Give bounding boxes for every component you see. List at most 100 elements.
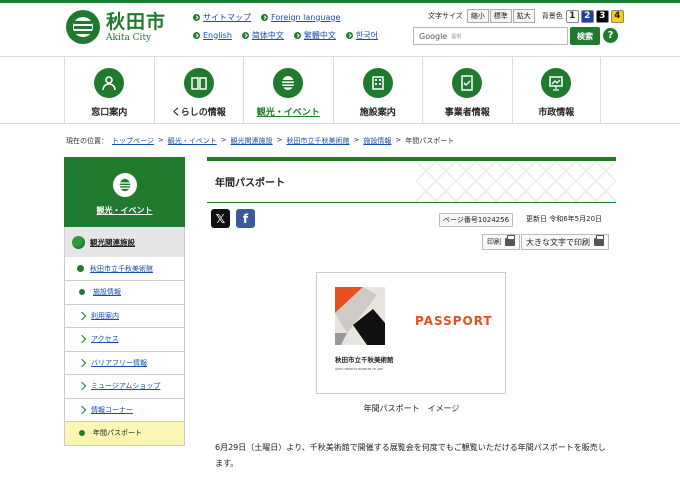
chevron-right-icon	[77, 382, 87, 391]
sidebar-item-museum-shop[interactable]: ミュージアムショップ	[64, 375, 185, 399]
person-icon	[94, 68, 125, 98]
global-nav: 窓口案内 くらしの情報 観光・イベント 施設案内 事業者情報 市政情報	[0, 56, 680, 124]
sitemap-link[interactable]: サイトマップ	[203, 12, 251, 23]
sidebar-item-access[interactable]: アクセス	[64, 328, 185, 352]
printer-icon	[505, 235, 515, 246]
search-brand: Google	[419, 31, 448, 41]
arrow-bullet-icon	[345, 31, 353, 39]
search-input[interactable]: Google 提供	[413, 27, 568, 45]
arrow-bullet-icon	[261, 13, 268, 21]
logo-title: 秋田市	[106, 10, 167, 33]
breadcrumb-link[interactable]: 観光関連施設	[231, 136, 273, 146]
gnav-label: 施設案内	[359, 108, 396, 118]
simplified-chinese-link[interactable]: 简体中文	[252, 30, 284, 41]
gnav-item-counter[interactable]: 窓口案内	[64, 57, 154, 123]
arrow-bullet-icon	[193, 13, 200, 21]
top-accent-line	[0, 0, 680, 3]
search-provider-note: 提供	[451, 33, 462, 40]
passport-image: PASSPORT 秋田市立千秋美術館 AKITA SENSHU MUSEUM O…	[316, 272, 506, 394]
sidebar-item-info-corner[interactable]: 情報コーナー	[64, 398, 185, 422]
help-icon[interactable]: ?	[603, 28, 618, 43]
sidebar-item-label[interactable]: ミュージアムショップ	[91, 381, 160, 391]
text-size-label: 文字サイズ	[428, 12, 463, 20]
korean-link[interactable]: 한국어	[356, 30, 378, 41]
sidebar-item-label[interactable]: 情報コーナー	[91, 405, 133, 415]
breadcrumb-link[interactable]: 観光・イベント	[168, 136, 217, 146]
gnav-item-living[interactable]: くらしの情報	[153, 57, 244, 123]
sidebar-item-label[interactable]: 秋田市立千秋美術館	[90, 264, 153, 274]
gnav-label: くらしの情報	[171, 108, 226, 118]
print-large-button[interactable]: 大きな文字で印刷	[521, 234, 609, 250]
body-paragraph: 6月29日（土曜日）より、千秋美術館で開催する展覧会を何度でもご観覧いただける年…	[215, 443, 606, 468]
page-number: ページ番号1024256	[439, 213, 514, 227]
breadcrumb-link[interactable]: 施設情報	[363, 136, 391, 146]
sidebar-item-usage[interactable]: 利用案内	[64, 304, 185, 328]
city-emblem-icon	[66, 10, 100, 44]
sidebar-item-annual-passport: 年間パスポート	[64, 422, 185, 446]
arrow-bullet-icon	[241, 31, 249, 39]
printer-icon	[594, 235, 604, 246]
sidebar-item-museum[interactable]: 秋田市立千秋美術館	[64, 257, 185, 281]
arrow-bullet-icon	[193, 31, 200, 39]
breadcrumb: 現在の位置： トップページ > 観光・イベント > 観光関連施設 > 秋田市立千秋美術…	[66, 136, 455, 146]
breadcrumb-link[interactable]: 秋田市立千秋美術館	[287, 136, 350, 146]
bg-color-3-button[interactable]: 3	[595, 9, 609, 23]
gnav-label: 事業者情報	[444, 108, 490, 118]
accessibility-bar: 文字サイズ 縮小 標準 拡大 背景色 1 2 3 4	[428, 9, 626, 23]
search-button[interactable]: 検索	[570, 27, 600, 45]
museum-name-ja: 秋田市立千秋美術館	[335, 355, 394, 364]
lantern-icon	[273, 68, 304, 98]
gnav-label: 市政情報	[538, 108, 575, 118]
text-size-normal-button[interactable]: 標準	[489, 9, 512, 23]
text-size-large-button[interactable]: 拡大	[512, 9, 535, 23]
print-button[interactable]: 印刷	[482, 234, 520, 250]
bullet-icon	[79, 430, 85, 437]
text-size-small-button[interactable]: 縮小	[466, 9, 489, 23]
passport-word: PASSPORT	[415, 314, 493, 328]
main-content: 年間パスポート 𝕏 f ページ番号1024256 更新日 令和6年5月20日 印…	[207, 157, 616, 468]
bg-color-4-button[interactable]: 4	[610, 9, 624, 23]
chevron-right-icon	[77, 405, 87, 414]
bullet-icon	[79, 289, 85, 296]
document-check-icon	[452, 68, 483, 98]
english-link[interactable]: English	[203, 31, 232, 40]
gnav-item-government[interactable]: 市政情報	[511, 57, 601, 123]
breadcrumb-link[interactable]: トップページ	[112, 136, 154, 146]
sidebar-item-facility-info[interactable]: 施設情報	[64, 281, 185, 305]
bg-color-1-button[interactable]: 1	[565, 9, 579, 23]
traditional-chinese-link[interactable]: 繁體中文	[304, 30, 336, 41]
gnav-label: 窓口案内	[91, 108, 128, 118]
chevron-right-icon	[77, 311, 87, 320]
page-title-box: 年間パスポート	[207, 157, 616, 203]
breadcrumb-current: 年間パスポート	[405, 137, 455, 145]
sidebar-header[interactable]: 観光・イベント	[64, 157, 185, 227]
updated-date: 更新日 令和6年5月20日	[526, 215, 603, 223]
sidebar-item-label[interactable]: 観光関連施設	[90, 237, 135, 248]
gnav-item-facilities[interactable]: 施設案内	[332, 57, 423, 123]
bg-color-2-button[interactable]: 2	[580, 9, 594, 23]
sidebar-item-category[interactable]: 観光関連施設	[64, 227, 185, 257]
image-caption: 年間パスポート イメージ	[363, 404, 460, 413]
sidebar-item-label[interactable]: 利用案内	[91, 311, 119, 321]
gnav-item-business[interactable]: 事業者情報	[422, 57, 512, 123]
foreign-language-link[interactable]: Foreign language	[271, 13, 340, 22]
sidebar-item-barrier-free[interactable]: バリアフリー情報	[64, 351, 185, 375]
print-label: 印刷	[487, 238, 501, 246]
sidebar-item-label[interactable]: バリアフリー情報	[91, 358, 147, 368]
breadcrumb-prefix: 現在の位置：	[66, 137, 108, 145]
sidebar-item-label: 年間パスポート	[93, 429, 142, 438]
share-bar: 𝕏 f	[211, 209, 255, 228]
chevron-right-icon	[77, 358, 87, 367]
bg-color-label: 背景色	[541, 12, 563, 20]
sidebar: 観光・イベント 観光関連施設 秋田市立千秋美術館 施設情報 利用案内 アクセス …	[64, 157, 185, 446]
print-large-label: 大きな文字で印刷	[526, 237, 590, 247]
sidebar-item-label[interactable]: アクセス	[91, 334, 119, 344]
site-logo[interactable]: 秋田市 Akita City	[66, 10, 166, 44]
logo-subtitle: Akita City	[106, 32, 152, 43]
sidebar-item-label[interactable]: 施設情報	[93, 287, 121, 297]
gnav-item-tourism[interactable]: 観光・イベント	[243, 57, 333, 123]
x-share-icon[interactable]: 𝕏	[211, 209, 230, 228]
facebook-share-icon[interactable]: f	[236, 209, 255, 228]
gnav-label: 観光・イベント	[256, 108, 320, 118]
arrow-bullet-icon	[293, 31, 301, 39]
